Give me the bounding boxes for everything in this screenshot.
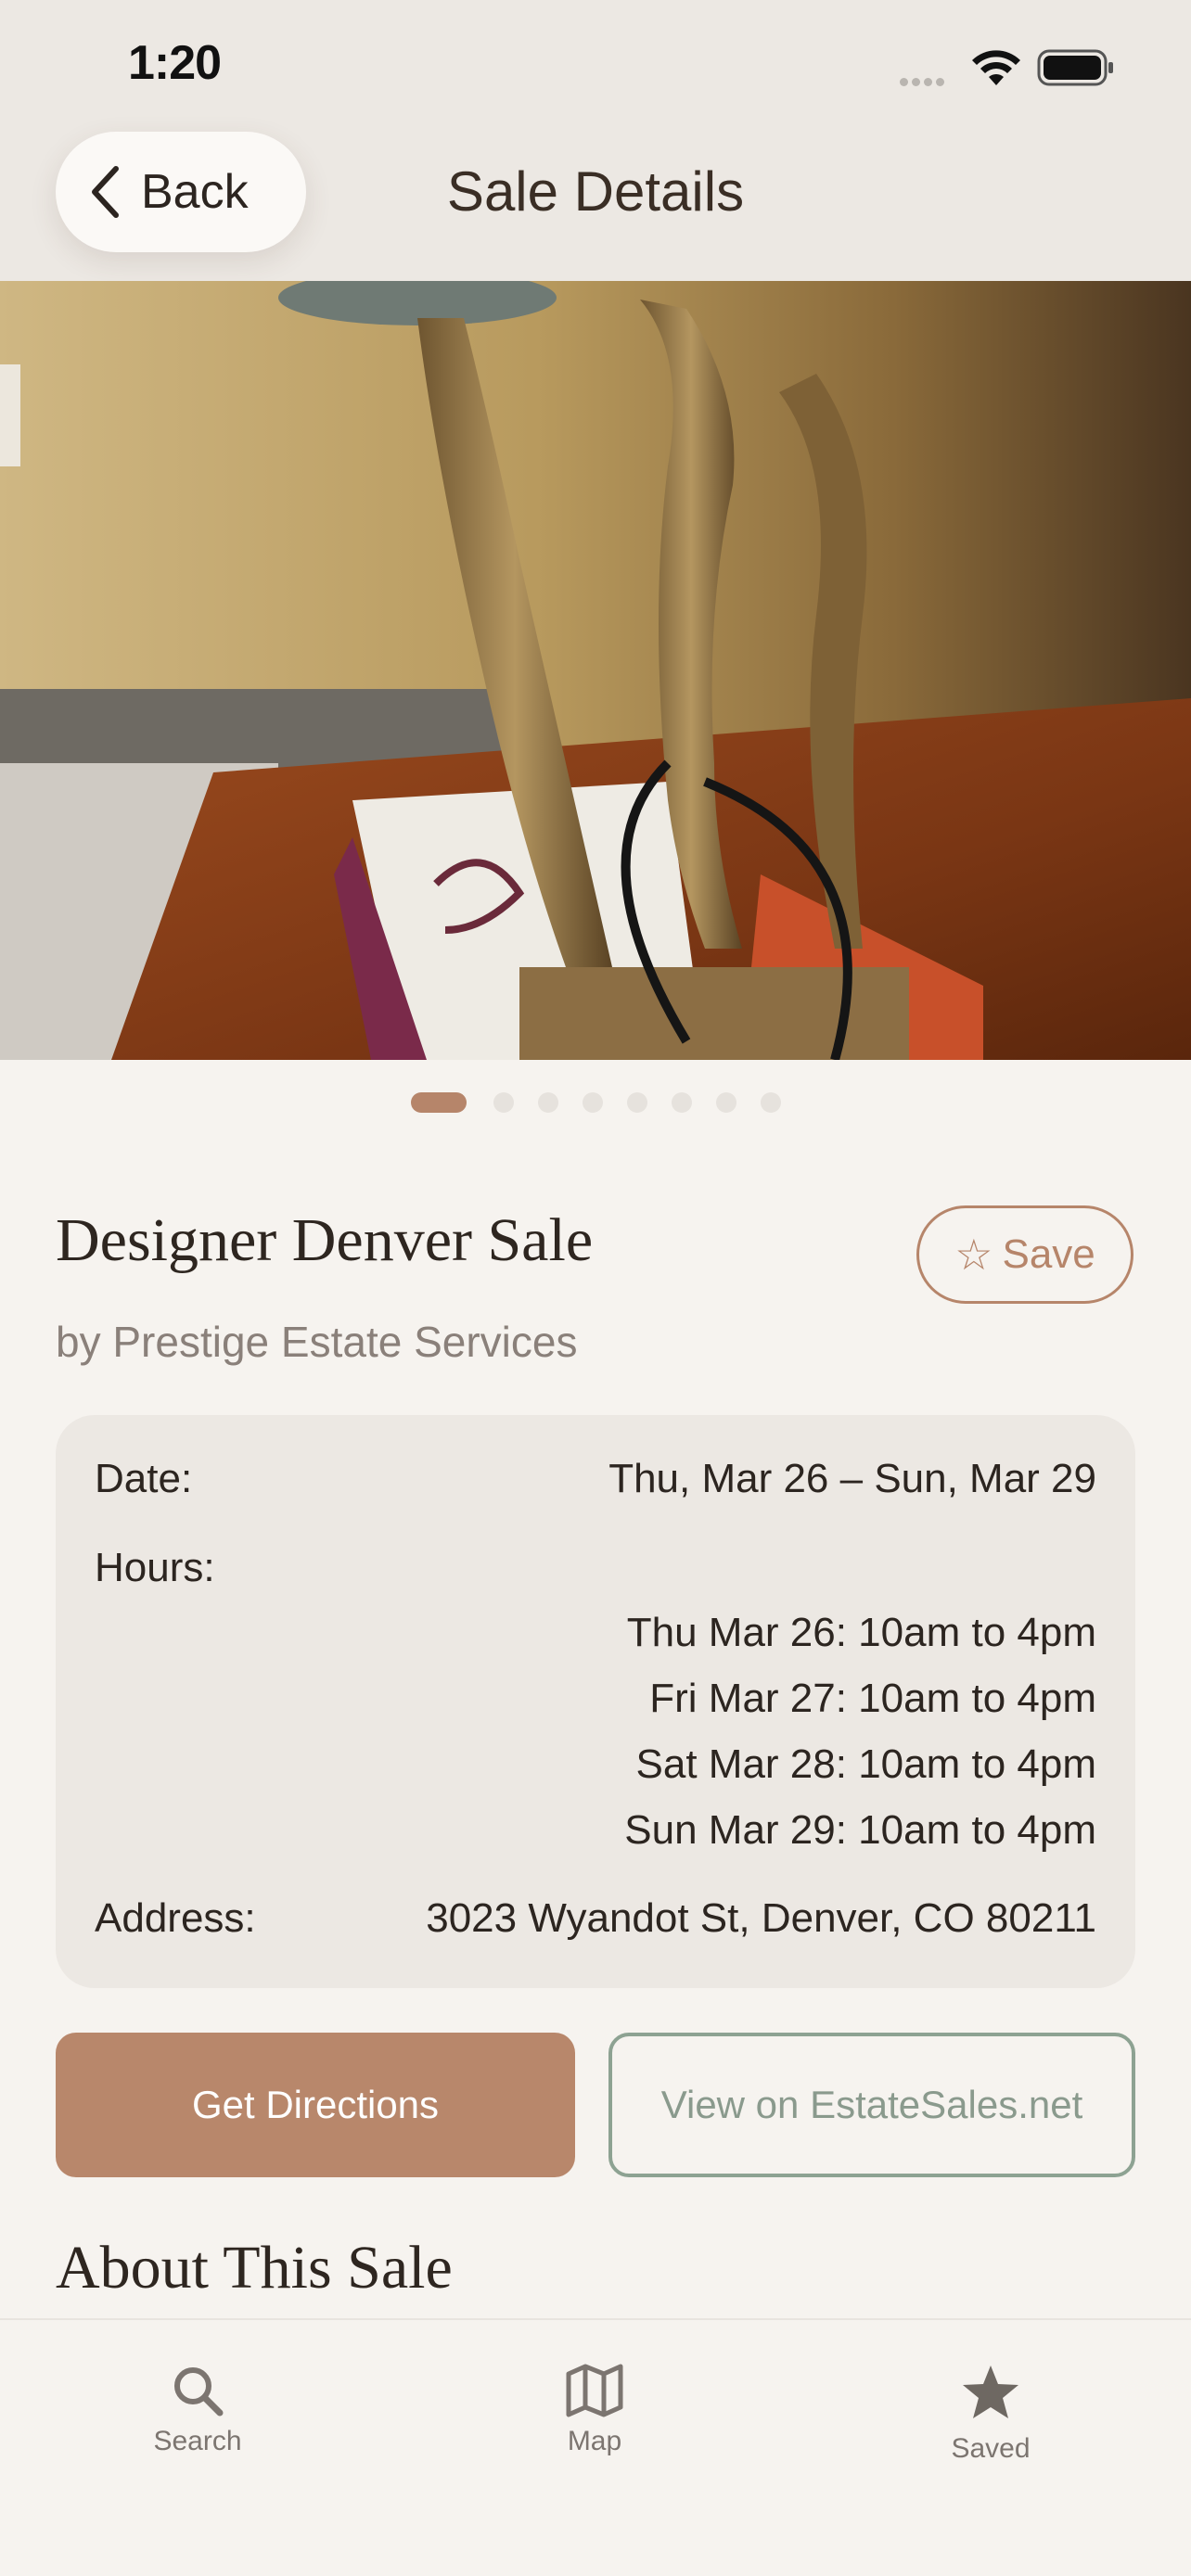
page-title: Sale Details bbox=[446, 160, 745, 223]
tab-search-label: Search bbox=[153, 2426, 242, 2456]
address-label: Address: bbox=[95, 1895, 256, 1941]
sale-title: Designer Denver Sale bbox=[56, 1206, 594, 1274]
pager-dot[interactable] bbox=[537, 1092, 558, 1113]
date-value: Thu, Mar 26 – Sun, Mar 29 bbox=[608, 1456, 1096, 1501]
battery-icon bbox=[1037, 48, 1115, 92]
tab-map[interactable]: Map bbox=[502, 2363, 687, 2457]
hours-row: Sun Mar 29: 10am to 4pm bbox=[624, 1807, 1096, 1853]
date-label: Date: bbox=[95, 1456, 193, 1501]
tab-search[interactable]: Search bbox=[105, 2363, 290, 2457]
cellular-signal-icon bbox=[900, 74, 948, 91]
pager-dot[interactable] bbox=[715, 1092, 736, 1113]
status-time: 1:20 bbox=[128, 36, 222, 90]
sale-photo[interactable] bbox=[0, 281, 1191, 1060]
get-directions-label: Get Directions bbox=[191, 2083, 440, 2126]
save-button[interactable]: ☆ Save bbox=[916, 1205, 1133, 1304]
hours-row: Sat Mar 28: 10am to 4pm bbox=[635, 1741, 1096, 1787]
organizer-name: by Prestige Estate Services bbox=[56, 1318, 578, 1366]
wifi-icon bbox=[970, 48, 1022, 92]
address-value[interactable]: 3023 Wyandot St, Denver, CO 80211 bbox=[426, 1895, 1096, 1942]
top-bar: 1:20 Back Sale Details bbox=[0, 0, 1191, 281]
hours-row: Thu Mar 26: 10am to 4pm bbox=[626, 1610, 1096, 1655]
sale-info-card: Date: Thu, Mar 26 – Sun, Mar 29 Hours: T… bbox=[56, 1415, 1135, 1988]
search-icon bbox=[174, 2367, 224, 2417]
photo-pager[interactable] bbox=[0, 1092, 1191, 1113]
star-outline-icon: ☆ bbox=[954, 1231, 993, 1279]
tab-bar: Search Map Saved bbox=[0, 2318, 1191, 2576]
pager-dot[interactable] bbox=[626, 1092, 647, 1113]
map-icon bbox=[566, 2364, 623, 2417]
pager-dot-active[interactable] bbox=[410, 1092, 467, 1113]
tab-saved[interactable]: Saved bbox=[898, 2363, 1083, 2465]
view-on-estatesales-label: View on EstateSales.net bbox=[660, 2083, 1083, 2126]
pager-dot[interactable] bbox=[760, 1092, 781, 1113]
get-directions-button[interactable]: Get Directions bbox=[56, 2033, 575, 2177]
star-filled-icon bbox=[963, 2366, 1018, 2418]
view-on-estatesales-button[interactable]: View on EstateSales.net bbox=[608, 2033, 1135, 2177]
save-label: Save bbox=[1002, 1231, 1095, 1277]
tab-map-label: Map bbox=[567, 2426, 622, 2456]
pager-dot[interactable] bbox=[582, 1092, 603, 1113]
about-heading: About This Sale bbox=[56, 2234, 453, 2302]
tab-saved-label: Saved bbox=[951, 2433, 1031, 2464]
hours-row: Fri Mar 27: 10am to 4pm bbox=[649, 1676, 1096, 1721]
pager-dot[interactable] bbox=[671, 1092, 692, 1113]
hours-label: Hours: bbox=[95, 1545, 215, 1590]
pager-dot[interactable] bbox=[493, 1092, 514, 1113]
